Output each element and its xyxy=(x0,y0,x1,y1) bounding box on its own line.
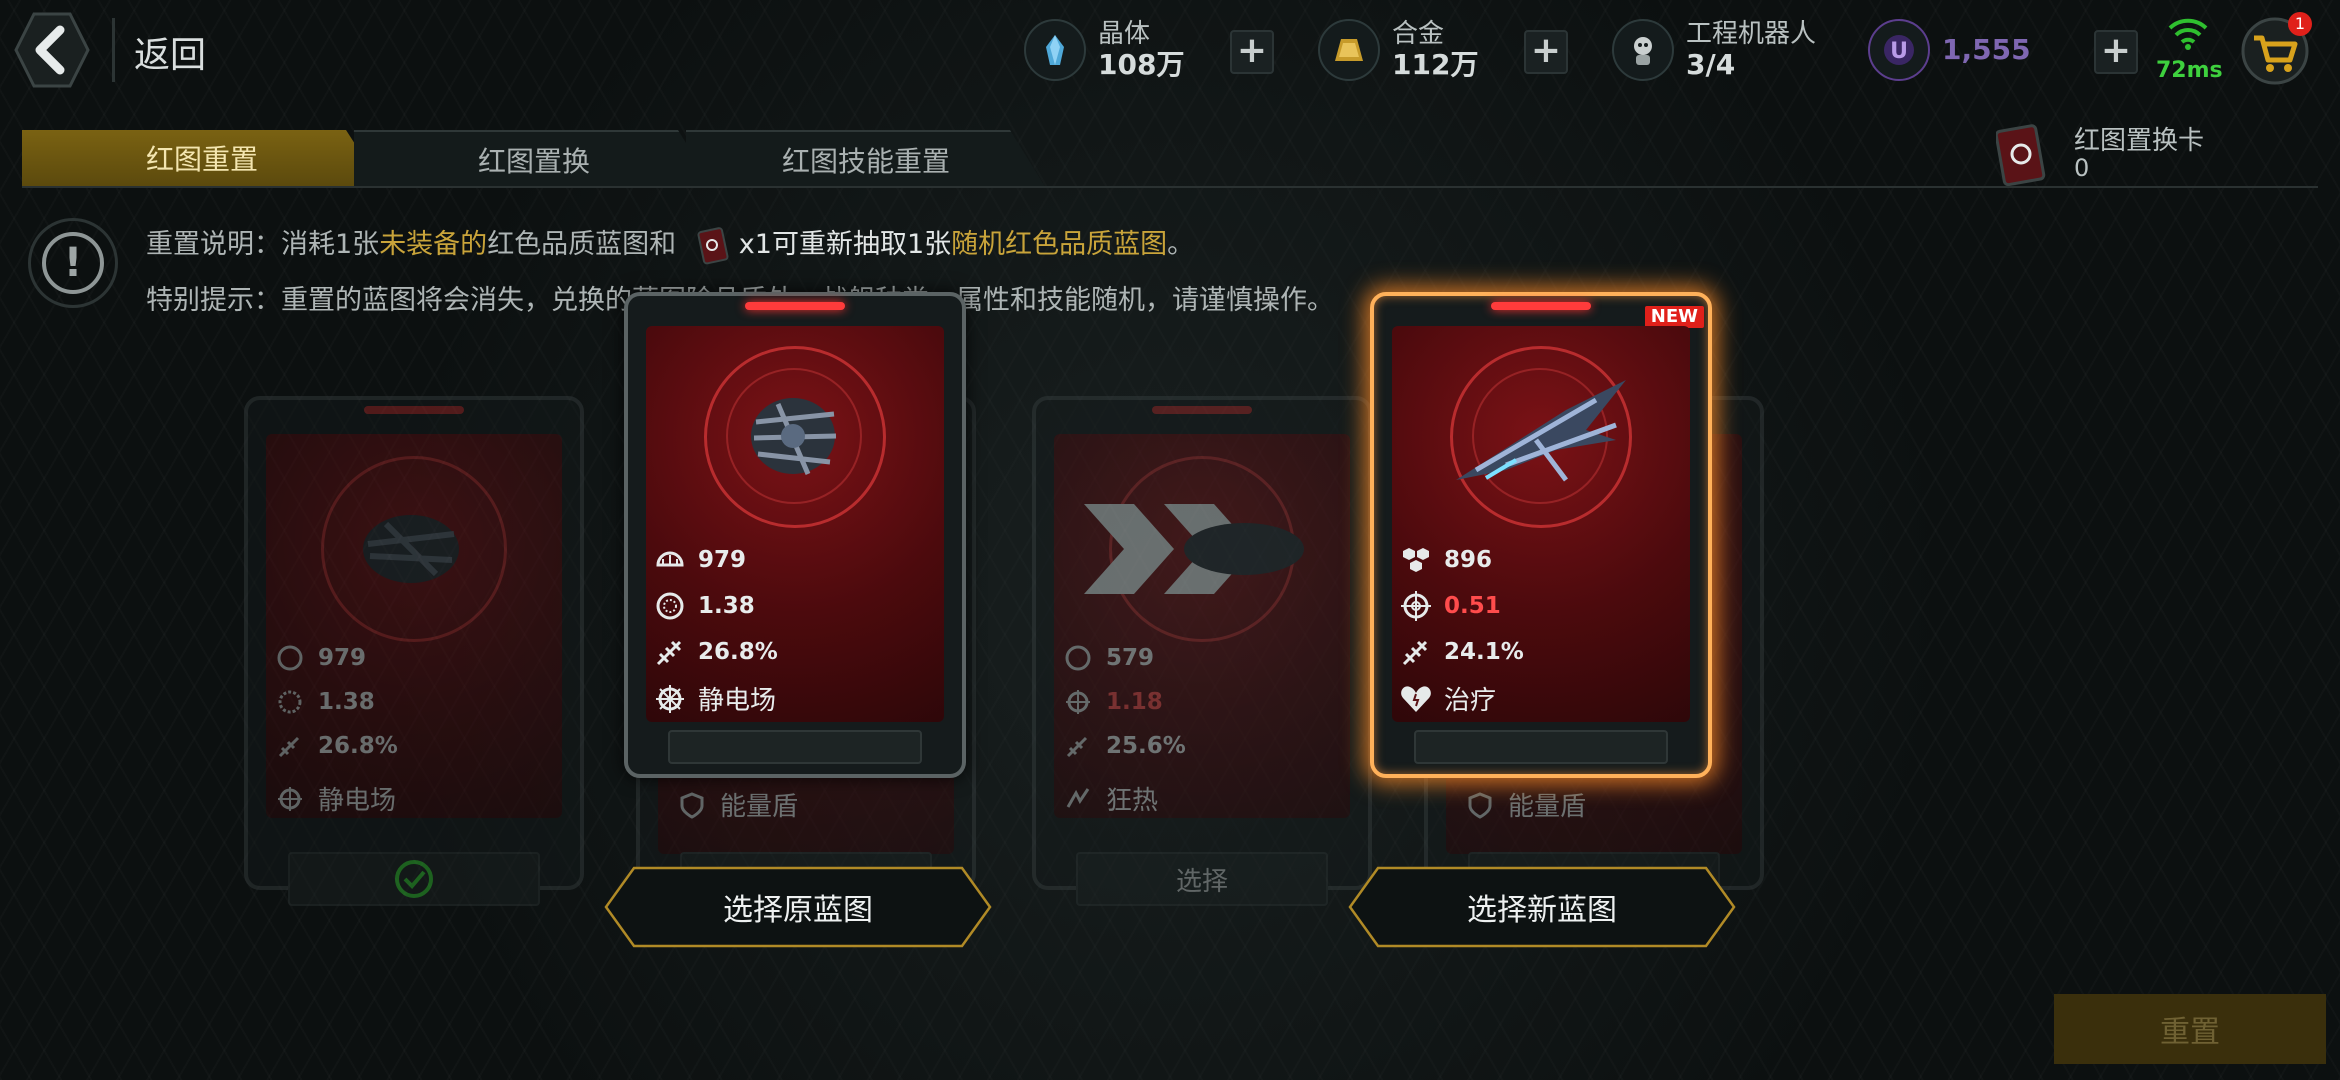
swap-card-count: 0 xyxy=(2074,154,2090,182)
back-label: 返回 xyxy=(134,35,207,76)
crystal-label: 晶体 xyxy=(1098,19,1151,49)
card-skill: 静电场 xyxy=(698,686,777,716)
alloy-label: 合金 xyxy=(1392,19,1445,49)
ship-icon xyxy=(738,386,848,486)
energy-shield-icon xyxy=(676,789,708,821)
energy-shield-icon xyxy=(1464,789,1496,821)
select-new-label: 选择新蓝图 xyxy=(1467,893,1617,928)
swap-card-icon xyxy=(1994,124,2046,187)
desc-end: 。 xyxy=(1167,229,1195,260)
armor-icon xyxy=(274,642,306,674)
check-icon xyxy=(395,860,433,898)
card-skill: 能量盾 xyxy=(720,792,799,822)
resource-u-currency: U 1,555 xyxy=(1868,18,2031,82)
missile-icon xyxy=(274,730,306,762)
cart-badge: 1 xyxy=(2288,12,2312,36)
robot-icon xyxy=(1612,19,1674,81)
u-currency-value: 1,555 xyxy=(1942,33,2031,66)
frenzy-icon xyxy=(1062,783,1094,815)
shield-energy-icon xyxy=(654,590,686,622)
select-button[interactable]: 选择 xyxy=(1076,852,1328,906)
card-stat-2: 1.38 xyxy=(698,593,755,619)
alloy-icon xyxy=(1318,19,1380,81)
selected-check xyxy=(288,852,540,906)
wifi-icon xyxy=(2166,16,2210,50)
tab-red-skill-reset[interactable]: 红图技能重置 xyxy=(686,130,1046,188)
static-field-icon xyxy=(274,783,306,815)
header-divider xyxy=(112,18,115,82)
tab-red-reset[interactable]: 红图重置 xyxy=(22,130,382,186)
card-stat-3: 26.8% xyxy=(318,733,398,759)
card-stat-3: 26.8% xyxy=(698,639,778,665)
desc-random-red: 随机红色品质蓝图 xyxy=(951,229,1168,260)
desc-prefix: 重置说明：消耗1张 xyxy=(146,229,380,260)
card-stat-1: 979 xyxy=(698,547,747,573)
card-skill: 治疗 xyxy=(1444,686,1497,716)
card-stat-2: 1.38 xyxy=(318,689,375,715)
hexagon-armor-icon xyxy=(1400,544,1432,576)
crosshair-icon xyxy=(1400,590,1432,622)
back-arrow-icon xyxy=(14,12,90,88)
reset-description: 重置说明：消耗1张未装备的红色品质蓝图和 x1可重新抽取1张随机红色品质蓝图。 xyxy=(146,222,1194,265)
new-badge: NEW xyxy=(1644,306,1704,328)
background-card-3: 579 1.18 25.6% 狂热 选择 xyxy=(1032,396,1372,906)
ping-value: 72ms xyxy=(2156,58,2223,83)
shop-cart-button[interactable]: 1 xyxy=(2240,12,2312,86)
select-new-button[interactable]: 选择新蓝图 xyxy=(1348,866,1736,948)
resource-robot: 工程机器人 3/4 xyxy=(1612,18,1816,82)
reset-card-icon xyxy=(693,226,731,265)
alloy-value: 112万 xyxy=(1392,48,1479,81)
swap-card-label: 红图置换卡 xyxy=(2074,126,2205,156)
card-stat-1: 896 xyxy=(1444,547,1493,573)
add-alloy-button[interactable]: + xyxy=(1524,30,1568,74)
tab-bar-line xyxy=(22,186,2318,188)
shield-energy-icon xyxy=(274,686,306,718)
back-button[interactable] xyxy=(14,12,90,88)
card-skill: 静电场 xyxy=(318,786,397,816)
arrows-icon xyxy=(1074,494,1324,604)
background-card-1: 979 1.38 26.8% 静电场 xyxy=(244,396,584,906)
desc-multiplier: x1可重新抽取1张 xyxy=(738,229,952,260)
missile-icon xyxy=(654,636,686,668)
desc-mid: 红色品质蓝图和 xyxy=(487,229,677,260)
missile-icon xyxy=(1400,636,1432,668)
desc-unequipped: 未装备的 xyxy=(379,229,488,260)
reset-button[interactable]: 重置 xyxy=(2054,994,2326,1064)
crystal-icon xyxy=(1024,19,1086,81)
card-skill: 能量盾 xyxy=(1508,792,1587,822)
card-stat-3: 24.1% xyxy=(1444,639,1524,665)
card-stat-3: 25.6% xyxy=(1106,733,1186,759)
robot-label: 工程机器人 xyxy=(1686,19,1817,49)
ship-icon xyxy=(1446,370,1636,500)
crystal-value: 108万 xyxy=(1098,48,1185,81)
add-crystal-button[interactable]: + xyxy=(1230,30,1274,74)
static-field-icon xyxy=(654,683,686,715)
select-original-label: 选择原蓝图 xyxy=(723,893,873,928)
info-icon: ! xyxy=(28,218,118,308)
new-blueprint-card[interactable]: NEW 896 0.51 24.1% 治疗 xyxy=(1370,292,1712,778)
missile-icon xyxy=(1062,730,1094,762)
robot-value: 3/4 xyxy=(1686,48,1736,81)
original-blueprint-card[interactable]: 979 1.38 26.8% 静电场 xyxy=(624,292,966,778)
heal-heart-icon xyxy=(1400,683,1432,715)
ship-icon xyxy=(356,504,466,594)
card-stat-2: 1.18 xyxy=(1106,689,1163,715)
resource-crystal: 晶体 108万 xyxy=(1024,18,1184,82)
select-original-button[interactable]: 选择原蓝图 xyxy=(604,866,992,948)
u-currency-icon: U xyxy=(1868,19,1930,81)
armor-icon xyxy=(654,544,686,576)
card-stat-1: 979 xyxy=(318,645,367,671)
card-stat-2: 0.51 xyxy=(1444,593,1501,619)
resource-alloy: 合金 112万 xyxy=(1318,18,1478,82)
card-skill: 狂热 xyxy=(1106,786,1159,816)
add-u-currency-button[interactable]: + xyxy=(2094,30,2138,74)
tab-red-swap[interactable]: 红图置换 xyxy=(354,130,714,188)
card-stat-1: 579 xyxy=(1106,645,1155,671)
svg-text:U: U xyxy=(1890,39,1908,64)
crosshair-icon xyxy=(1062,686,1094,718)
armor-icon xyxy=(1062,642,1094,674)
